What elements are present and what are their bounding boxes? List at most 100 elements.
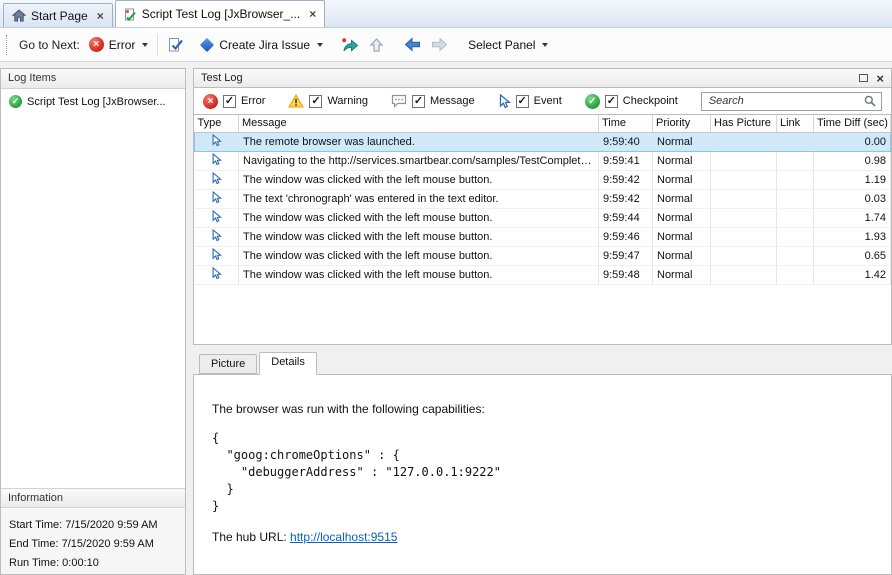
event-checkbox[interactable] xyxy=(516,95,529,108)
log-time-diff-cell: 1.42 xyxy=(814,265,891,284)
select-panel-label: Select Panel xyxy=(468,38,535,52)
tab-label: Start Page xyxy=(31,9,88,23)
tab-details[interactable]: Details xyxy=(259,352,317,375)
close-icon[interactable]: × xyxy=(97,10,104,22)
error-button-label: Error xyxy=(109,38,136,52)
filter-label: Message xyxy=(430,95,475,107)
filter-label: Warning xyxy=(327,95,368,107)
log-has-picture-cell xyxy=(711,208,777,227)
table-row[interactable]: The window was clicked with the left mou… xyxy=(195,246,891,265)
log-message-cell: The remote browser was launched. xyxy=(239,132,599,151)
checkpoint-checkbox[interactable] xyxy=(605,95,618,108)
log-has-picture-cell xyxy=(711,265,777,284)
column-header-type[interactable]: Type xyxy=(195,115,239,132)
log-tree-item[interactable]: ✓ Script Test Log [JxBrowser... xyxy=(1,89,185,112)
table-row[interactable]: The window was clicked with the left mou… xyxy=(195,170,891,189)
log-type-cell xyxy=(195,189,239,208)
test-log-icon xyxy=(124,8,137,21)
log-link-cell xyxy=(777,151,814,170)
column-header-link[interactable]: Link xyxy=(777,115,814,132)
log-priority-cell: Normal xyxy=(653,246,711,265)
log-time-cell: 9:59:42 xyxy=(599,189,653,208)
tab-picture[interactable]: Picture xyxy=(199,354,257,374)
filter-message[interactable]: Message xyxy=(391,94,475,108)
log-time-diff-cell: 0.03 xyxy=(814,189,891,208)
log-time-cell: 9:59:46 xyxy=(599,227,653,246)
next-item-button[interactable] xyxy=(426,34,453,55)
search-input[interactable] xyxy=(707,94,864,108)
filter-warning[interactable]: Warning xyxy=(288,94,368,108)
toolbar-separator xyxy=(157,34,158,55)
event-cursor-icon xyxy=(211,191,222,204)
tab-script-test-log[interactable]: Script Test Log [JxBrowser_... × xyxy=(115,0,326,27)
select-log-items-button[interactable] xyxy=(162,34,189,56)
hub-url-line: The hub URL: http://localhost:9515 xyxy=(212,530,881,544)
table-header-row: Type Message Time Priority Has Picture L… xyxy=(195,115,891,132)
chevron-down-icon xyxy=(142,43,148,47)
table-row[interactable]: Navigating to the http://services.smartb… xyxy=(195,151,891,170)
table-row[interactable]: The window was clicked with the left mou… xyxy=(195,227,891,246)
document-check-icon xyxy=(167,37,184,53)
table-row[interactable]: The window was clicked with the left mou… xyxy=(195,208,891,227)
log-has-picture-cell xyxy=(711,132,777,151)
filter-event[interactable]: Event xyxy=(498,94,562,109)
warning-checkbox[interactable] xyxy=(309,95,322,108)
up-one-level-button[interactable] xyxy=(364,34,389,56)
select-panel-button[interactable]: Select Panel xyxy=(463,35,553,55)
hub-url-link[interactable]: http://localhost:9515 xyxy=(290,530,397,544)
column-header-time[interactable]: Time xyxy=(599,115,653,132)
previous-item-button[interactable] xyxy=(399,34,426,55)
log-time-cell: 9:59:48 xyxy=(599,265,653,284)
log-link-cell xyxy=(777,132,814,151)
toolbar-grip[interactable] xyxy=(6,35,10,55)
float-panel-icon[interactable] xyxy=(859,74,868,82)
capabilities-code: { "goog:chromeOptions" : { "debuggerAddr… xyxy=(212,430,881,515)
log-link-cell xyxy=(777,246,814,265)
log-type-cell xyxy=(195,132,239,151)
information-body: Start Time: 7/15/2020 9:59 AM End Time: … xyxy=(1,509,185,574)
log-time-cell: 9:59:40 xyxy=(599,132,653,151)
table-row[interactable]: The remote browser was launched. 9:59:40… xyxy=(195,132,891,151)
column-header-has-picture[interactable]: Has Picture xyxy=(711,115,777,132)
log-link-cell xyxy=(777,208,814,227)
filter-checkpoint[interactable]: ✓ Checkpoint xyxy=(585,94,678,109)
log-has-picture-cell xyxy=(711,246,777,265)
log-table-container: Type Message Time Priority Has Picture L… xyxy=(193,115,892,345)
log-time-diff-cell: 0.98 xyxy=(814,151,891,170)
go-to-next-error-button[interactable]: × Error xyxy=(84,34,154,55)
log-time-diff-cell: 0.65 xyxy=(814,246,891,265)
log-items-panel: Log Items ✓ Script Test Log [JxBrowser..… xyxy=(0,68,186,575)
table-row[interactable]: The window was clicked with the left mou… xyxy=(195,265,891,284)
log-has-picture-cell xyxy=(711,151,777,170)
log-has-picture-cell xyxy=(711,227,777,246)
message-bubble-icon xyxy=(391,94,407,108)
close-icon[interactable]: × xyxy=(309,8,316,20)
log-message-cell: The window was clicked with the left mou… xyxy=(239,170,599,189)
log-table-body: The remote browser was launched. 9:59:40… xyxy=(195,132,891,284)
details-tab-bar: Picture Details xyxy=(193,351,892,374)
create-jira-issue-button[interactable]: Create Jira Issue xyxy=(195,35,328,55)
log-priority-cell: Normal xyxy=(653,227,711,246)
search-icon[interactable] xyxy=(864,95,876,107)
error-checkbox[interactable] xyxy=(223,95,236,108)
message-checkbox[interactable] xyxy=(412,95,425,108)
warning-icon xyxy=(288,94,304,108)
filter-error[interactable]: × Error xyxy=(203,94,265,109)
log-type-cell xyxy=(195,265,239,284)
log-link-cell xyxy=(777,265,814,284)
arrow-left-icon xyxy=(404,37,421,52)
log-type-cell xyxy=(195,151,239,170)
toolbar: Go to Next: × Error Create Jira Issue xyxy=(0,28,892,62)
log-has-picture-cell xyxy=(711,189,777,208)
details-content: The browser was run with the following c… xyxy=(193,374,892,575)
log-message-cell: The window was clicked with the left mou… xyxy=(239,265,599,284)
home-icon xyxy=(12,9,26,22)
share-log-button[interactable] xyxy=(336,34,364,56)
column-header-time-diff[interactable]: Time Diff (sec) xyxy=(814,115,891,132)
table-row[interactable]: The text 'chronograph' was entered in th… xyxy=(195,189,891,208)
event-cursor-icon xyxy=(211,229,222,242)
tab-start-page[interactable]: Start Page × xyxy=(3,3,113,27)
column-header-message[interactable]: Message xyxy=(239,115,599,132)
close-icon[interactable]: × xyxy=(876,72,884,85)
column-header-priority[interactable]: Priority xyxy=(653,115,711,132)
